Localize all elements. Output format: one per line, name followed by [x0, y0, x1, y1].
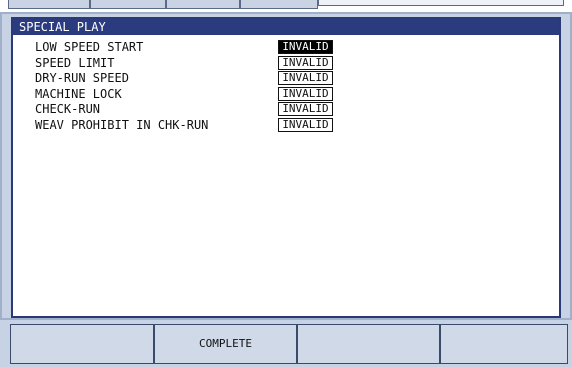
function-key-bar: COMPLETE	[0, 320, 572, 367]
top-tab-3[interactable]	[166, 0, 240, 9]
setting-label: WEAV PROHIBIT IN CHK-RUN	[35, 117, 209, 132]
setting-label: LOW SPEED START	[35, 40, 144, 54]
setting-label: DRY-RUN SPEED	[35, 71, 129, 86]
setting-row-machine-lock: MACHINE LOCK INVALID	[13, 86, 559, 103]
special-play-panel: SPECIAL PLAY LOW SPEED START INVALID SPE…	[11, 17, 561, 318]
setting-value-field[interactable]: INVALID	[278, 117, 333, 132]
setting-value-field[interactable]: INVALID	[278, 40, 333, 54]
setting-value-field[interactable]: INVALID	[278, 71, 333, 86]
function-key-1[interactable]	[10, 324, 154, 364]
setting-value-field[interactable]: INVALID	[278, 55, 333, 70]
setting-value-field[interactable]: INVALID	[278, 102, 333, 117]
top-tab-strip	[0, 0, 572, 12]
main-frame: SPECIAL PLAY LOW SPEED START INVALID SPE…	[0, 12, 572, 320]
setting-row-speed-limit: SPEED LIMIT INVALID	[13, 55, 559, 72]
setting-row-dry-run-speed: DRY-RUN SPEED INVALID	[13, 71, 559, 87]
setting-row-weav-prohibit: WEAV PROHIBIT IN CHK-RUN INVALID	[13, 117, 559, 134]
settings-list: LOW SPEED START INVALID SPEED LIMIT INVA…	[13, 40, 559, 134]
top-tab-4[interactable]	[240, 0, 318, 9]
function-key-4[interactable]	[440, 324, 568, 364]
setting-row-check-run: CHECK-RUN INVALID	[13, 102, 559, 118]
setting-label: SPEED LIMIT	[35, 55, 115, 70]
top-tab-1[interactable]	[8, 0, 90, 9]
window-title: SPECIAL PLAY	[13, 19, 559, 35]
top-tab-5[interactable]	[318, 0, 564, 6]
function-key-3[interactable]	[297, 324, 440, 364]
complete-button[interactable]: COMPLETE	[154, 324, 297, 364]
setting-row-low-speed-start: LOW SPEED START INVALID	[13, 40, 559, 56]
setting-label: MACHINE LOCK	[35, 86, 122, 101]
top-tab-2[interactable]	[90, 0, 166, 9]
pendant-screen: SPECIAL PLAY LOW SPEED START INVALID SPE…	[0, 0, 572, 367]
setting-value-field[interactable]: INVALID	[278, 86, 333, 101]
setting-label: CHECK-RUN	[35, 102, 101, 117]
